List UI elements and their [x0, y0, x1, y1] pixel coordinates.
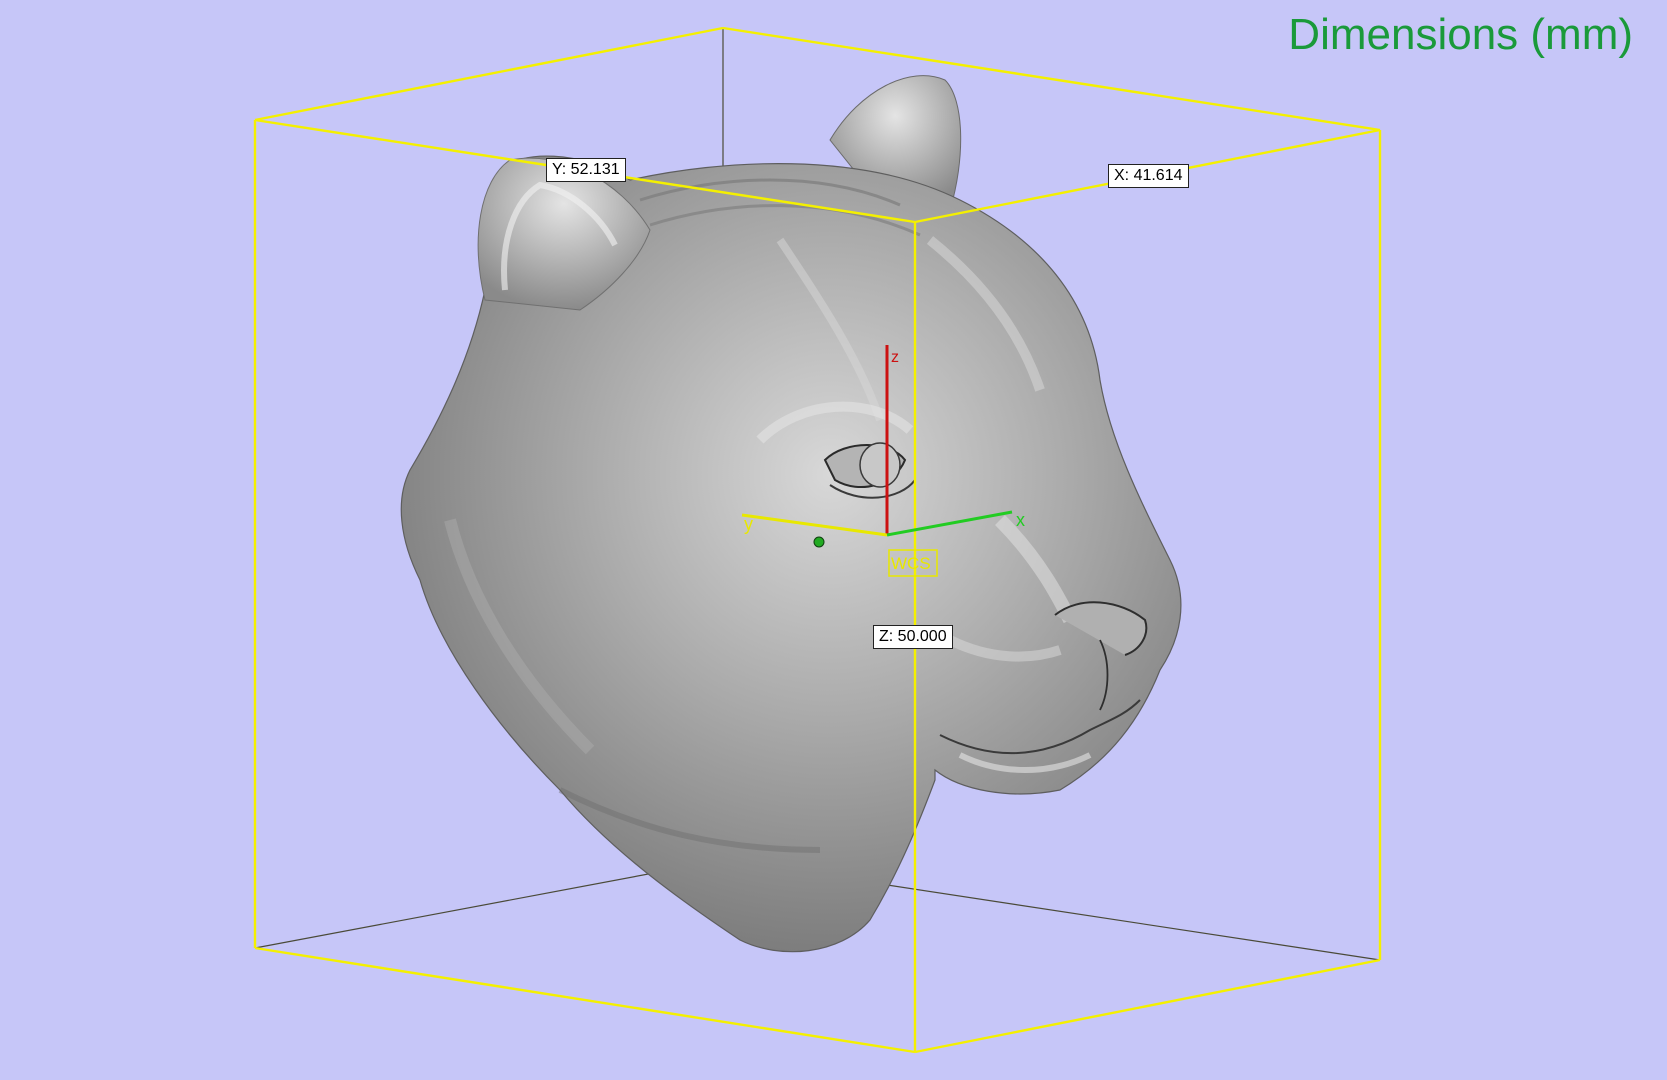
dimension-z-label: Z: 50.000 [873, 625, 953, 649]
model-cat-head[interactable] [400, 75, 1182, 953]
wcs-y-letter: y [744, 514, 753, 534]
wcs-x-letter: x [1016, 510, 1025, 530]
scene-canvas[interactable]: z y x WCS [0, 0, 1667, 1080]
3d-viewport[interactable]: z y x WCS Dimensions (mm) Y: 52.131 X: 4… [0, 0, 1667, 1080]
dimension-y-label: Y: 52.131 [546, 158, 626, 182]
wcs-label: WCS [891, 554, 931, 573]
wcs-z-letter: z [891, 349, 899, 366]
origin-point[interactable] [813, 536, 825, 548]
dimension-x-label: X: 41.614 [1108, 164, 1189, 188]
viewport-title: Dimensions (mm) [1288, 10, 1633, 59]
